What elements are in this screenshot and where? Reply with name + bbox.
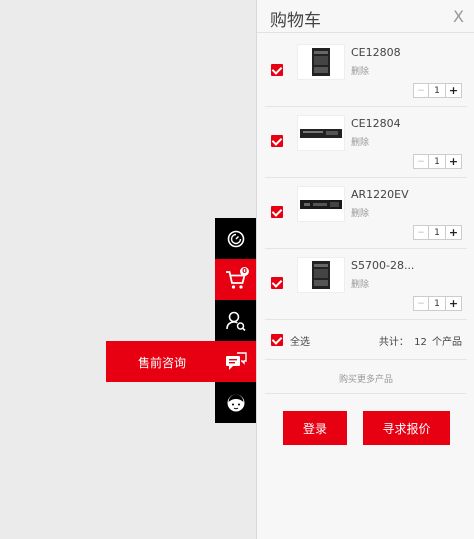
delete-link[interactable]: 删除 [351,277,369,290]
item-checkbox[interactable] [271,64,283,76]
delete-link[interactable]: 删除 [351,206,369,219]
quantity-stepper: − 1 + [413,296,462,311]
select-all-divider [265,359,467,360]
switch-image [300,129,342,138]
router-image [300,200,342,209]
quantity-stepper: − 1 + [413,83,462,98]
presales-consult-label: 售前咨询 [138,356,187,370]
quantity-value[interactable]: 1 [429,226,446,239]
presales-consult-button[interactable]: 售前咨询 [106,341,256,382]
clock-button[interactable] [215,218,256,259]
product-name[interactable]: S5700-28... [351,259,414,272]
login-button[interactable]: 登录 [283,411,347,445]
product-thumbnail [297,257,345,293]
select-all-label[interactable]: 全选 [290,333,310,348]
decrement-button[interactable]: − [414,84,429,97]
chat-icon [226,352,247,370]
quantity-stepper: − 1 + [413,154,462,169]
cart-item: S5700-28... 删除 − 1 + [257,248,474,320]
clock-icon [227,230,244,247]
user-search-icon [225,311,246,331]
product-name[interactable]: CE12804 [351,117,401,130]
product-thumbnail [297,44,345,80]
decrement-button[interactable]: − [414,155,429,168]
total-count: 共计： 12 个产品 [378,337,462,348]
select-all-checkbox[interactable] [271,334,283,346]
cart-panel: 购物车 X CE12808 删除 − 1 + CE12804 删除 − 1 + … [256,0,474,539]
avatar-icon [227,394,244,411]
user-search-button[interactable] [215,300,256,341]
cart-item: AR1220EV 删除 − 1 + [257,177,474,249]
delete-link[interactable]: 删除 [351,135,369,148]
quantity-stepper: − 1 + [413,225,462,240]
avatar-button[interactable] [215,382,256,423]
request-quote-button[interactable]: 寻求报价 [363,411,450,445]
cart-item: CE12804 删除 − 1 + [257,106,474,178]
cart-button[interactable]: 0 [215,259,256,300]
chassis-image [312,261,330,289]
increment-button[interactable]: + [446,155,461,168]
product-thumbnail [297,186,345,222]
quantity-value[interactable]: 1 [429,297,446,310]
delete-link[interactable]: 删除 [351,64,369,77]
buy-more-divider [265,393,466,394]
product-thumbnail [297,115,345,151]
item-checkbox[interactable] [271,277,283,289]
item-checkbox[interactable] [271,135,283,147]
product-name[interactable]: AR1220EV [351,188,409,201]
decrement-button[interactable]: − [414,297,429,310]
buy-more-link[interactable]: 购买更多产品 [257,372,474,385]
decrement-button[interactable]: − [414,226,429,239]
increment-button[interactable]: + [446,297,461,310]
cart-badge: 0 [240,267,249,276]
cart-title: 购物车 [270,11,321,31]
quantity-value[interactable]: 1 [429,155,446,168]
product-name[interactable]: CE12808 [351,46,401,59]
header-divider [257,32,474,33]
quantity-value[interactable]: 1 [429,84,446,97]
item-checkbox[interactable] [271,206,283,218]
increment-button[interactable]: + [446,226,461,239]
increment-button[interactable]: + [446,84,461,97]
close-button[interactable]: X [453,7,464,26]
select-all-row: 全选 共计： 12 个产品 [257,318,474,360]
cart-item: CE12808 删除 − 1 + [257,35,474,107]
chassis-image [312,48,330,76]
